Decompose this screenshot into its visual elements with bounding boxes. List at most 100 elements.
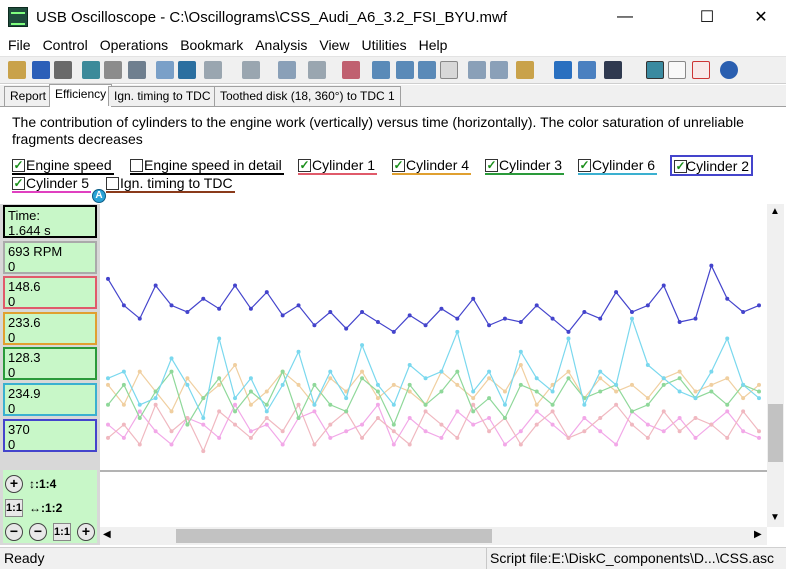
stop-script-icon[interactable] bbox=[578, 61, 596, 79]
series-point bbox=[455, 316, 460, 321]
zoom-in-vertical-button[interactable]: + bbox=[5, 475, 23, 493]
menu-utilities[interactable]: Utilities bbox=[355, 37, 412, 53]
folder-script-icon[interactable] bbox=[516, 61, 534, 79]
legend-engine-speed-detail[interactable]: Engine speed in detail bbox=[130, 157, 284, 175]
save-icon[interactable] bbox=[32, 61, 50, 79]
legend-checkbox[interactable] bbox=[130, 159, 143, 172]
menu-help[interactable]: Help bbox=[413, 37, 454, 53]
scroll-down-arrow[interactable]: ▼ bbox=[770, 512, 780, 523]
tab-ign-timing[interactable]: Ign. timing to TDC 1 bbox=[108, 86, 227, 106]
legend-cylinder-5[interactable]: ✓ Cylinder 5 bbox=[12, 175, 92, 193]
maximize-button[interactable]: ☐ bbox=[684, 0, 730, 34]
series-point bbox=[709, 263, 714, 268]
horizontal-scroll-thumb[interactable] bbox=[176, 529, 492, 543]
notes-icon[interactable] bbox=[668, 61, 686, 79]
open-icon[interactable] bbox=[8, 61, 26, 79]
close-button[interactable]: ✕ bbox=[738, 0, 784, 34]
grid-icon[interactable] bbox=[468, 61, 486, 79]
minimize-button[interactable]: — bbox=[602, 0, 648, 34]
series-point bbox=[248, 389, 253, 394]
legend-checkbox[interactable]: ✓ bbox=[485, 159, 498, 172]
scope-icon[interactable] bbox=[646, 61, 664, 79]
legend-checkbox[interactable] bbox=[106, 177, 119, 190]
series-point bbox=[264, 416, 269, 421]
legend-checkbox[interactable]: ✓ bbox=[674, 160, 687, 173]
series-point bbox=[169, 442, 174, 447]
tab-efficiency[interactable]: Efficiency bbox=[49, 84, 113, 107]
series-point bbox=[121, 303, 126, 308]
zoom-out-horizontal-button[interactable]: − bbox=[29, 523, 47, 541]
clear-icon[interactable] bbox=[692, 61, 710, 79]
check-down-icon[interactable] bbox=[396, 61, 414, 79]
series-point bbox=[248, 402, 253, 407]
check-all-icon[interactable] bbox=[418, 61, 436, 79]
export-icon[interactable] bbox=[82, 61, 100, 79]
value-label: 234.9 bbox=[8, 386, 41, 401]
series-point bbox=[598, 369, 603, 374]
legend-checkbox[interactable]: ✓ bbox=[392, 159, 405, 172]
legend-cylinder-6[interactable]: ✓ Cylinder 6 bbox=[578, 157, 658, 175]
series-line bbox=[107, 316, 760, 420]
vertical-scrollbar[interactable]: ▲ ▼ bbox=[767, 204, 784, 527]
waveform2-icon[interactable] bbox=[242, 61, 260, 79]
one-to-one-horizontal-button[interactable]: 1:1 bbox=[53, 523, 71, 541]
legend-cylinder-4[interactable]: ✓ Cylinder 4 bbox=[392, 157, 472, 175]
series-point bbox=[614, 382, 619, 387]
series-point bbox=[121, 382, 126, 387]
series-point bbox=[423, 323, 428, 328]
series-point bbox=[471, 402, 476, 407]
menu-view[interactable]: View bbox=[313, 37, 355, 53]
marker-icon[interactable] bbox=[178, 61, 196, 79]
legend-engine-speed[interactable]: ✓ Engine speed bbox=[12, 157, 114, 175]
print-icon[interactable] bbox=[54, 61, 72, 79]
legend-checkbox[interactable]: ✓ bbox=[12, 177, 25, 190]
legend-checkbox[interactable]: ✓ bbox=[12, 159, 25, 172]
menu-bookmark[interactable]: Bookmark bbox=[174, 37, 249, 53]
undo-icon[interactable] bbox=[278, 61, 296, 79]
scroll-up-arrow[interactable]: ▲ bbox=[770, 206, 780, 217]
series-point bbox=[137, 316, 142, 321]
pulse-icon[interactable] bbox=[156, 61, 174, 79]
legend-checkbox[interactable]: ✓ bbox=[298, 159, 311, 172]
menu-control[interactable]: Control bbox=[37, 37, 94, 53]
legend-cylinder-2[interactable]: ✓ Cylinder 2 bbox=[670, 155, 754, 176]
menu-operations[interactable]: Operations bbox=[94, 37, 174, 53]
tab-toothed-disk[interactable]: Toothed disk (18, 360°) to TDC 1 bbox=[214, 86, 401, 106]
series-line bbox=[107, 403, 760, 446]
vertical-scroll-thumb[interactable] bbox=[768, 404, 783, 462]
marker-a-icon[interactable]: A bbox=[92, 189, 106, 203]
run-script-icon[interactable] bbox=[554, 61, 572, 79]
one-to-one-vertical-button[interactable]: 1:1 bbox=[5, 499, 23, 517]
zoom-region-icon[interactable] bbox=[308, 61, 326, 79]
menu-file[interactable]: File bbox=[2, 37, 37, 53]
waveform-icon[interactable] bbox=[204, 61, 222, 79]
value-box-cylinder-4: 233.6 0 bbox=[3, 312, 97, 345]
delete-icon[interactable] bbox=[342, 61, 360, 79]
legend-cylinder-1[interactable]: ✓ Cylinder 1 bbox=[298, 157, 378, 175]
legend-checkbox[interactable]: ✓ bbox=[578, 159, 591, 172]
plot-area[interactable] bbox=[100, 204, 767, 527]
scroll-right-arrow[interactable]: ▶ bbox=[754, 529, 762, 540]
series-point bbox=[582, 429, 587, 434]
help-icon[interactable] bbox=[720, 61, 738, 79]
zoom-out-vertical-button[interactable]: − bbox=[5, 523, 23, 541]
legend-cylinder-3[interactable]: ✓ Cylinder 3 bbox=[485, 157, 565, 175]
copy-icon[interactable] bbox=[104, 61, 122, 79]
script-settings-icon[interactable] bbox=[604, 61, 622, 79]
page-icon[interactable] bbox=[440, 61, 458, 79]
series-point bbox=[121, 422, 126, 427]
check-icon[interactable] bbox=[372, 61, 390, 79]
tab-report[interactable]: Report bbox=[4, 86, 53, 106]
cursor-icon[interactable] bbox=[128, 61, 146, 79]
zoom-in-horizontal-button[interactable]: + bbox=[77, 523, 95, 541]
legend-label: Cylinder 1 bbox=[312, 157, 376, 173]
horizontal-scrollbar[interactable]: ◀ ▶ bbox=[100, 527, 767, 545]
legend-label: Cylinder 4 bbox=[406, 157, 470, 173]
legend-label: Ign. timing to TDC bbox=[120, 175, 233, 191]
legend-ign-timing[interactable]: Ign. timing to TDC bbox=[106, 175, 235, 193]
menu-analysis[interactable]: Analysis bbox=[249, 37, 313, 53]
scroll-left-arrow[interactable]: ◀ bbox=[103, 529, 111, 540]
series-point bbox=[566, 376, 571, 381]
series-point bbox=[709, 382, 714, 387]
layout-icon[interactable] bbox=[490, 61, 508, 79]
